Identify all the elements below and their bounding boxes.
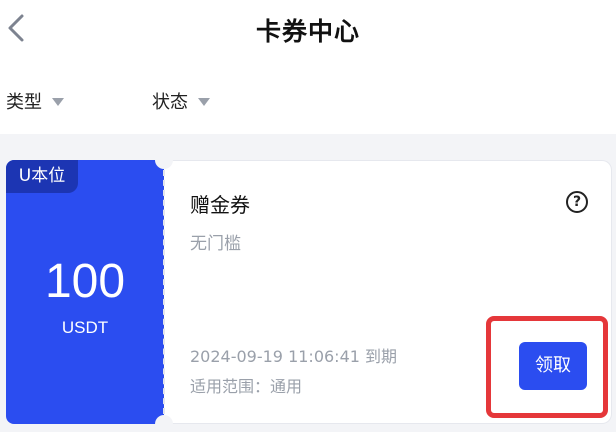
filter-status-dropdown[interactable]: 状态: [152, 88, 210, 114]
filter-bar: 类型 状态: [0, 76, 616, 126]
coupon-threshold: 无门槛: [190, 234, 241, 254]
caret-down-icon: [198, 98, 210, 106]
coupon-value-panel: U本位 100 USDT: [6, 160, 164, 424]
header: 卡券中心: [0, 0, 616, 60]
filter-type-dropdown[interactable]: 类型: [6, 88, 64, 114]
ticket-notch-top: [155, 151, 173, 169]
page-title: 卡券中心: [255, 17, 360, 46]
coupon-unit: USDT: [61, 318, 109, 337]
coupon-scope: 适用范围：通用: [190, 377, 303, 396]
ticket-notch-bottom: [155, 415, 173, 432]
help-icon[interactable]: ?: [566, 191, 588, 213]
coupon-type-tag: U本位: [6, 160, 78, 193]
perforation-divider: [163, 170, 165, 414]
coupon-name: 赠金券: [190, 193, 250, 217]
filter-type-label: 类型: [6, 92, 42, 113]
caret-down-icon: [52, 98, 64, 106]
claim-button[interactable]: 领取: [519, 342, 587, 390]
coupon-amount: 100: [44, 255, 126, 308]
coupon-expire-time: 2024-09-19 11:06:41 到期: [190, 347, 398, 366]
filter-status-label: 状态: [152, 92, 188, 113]
